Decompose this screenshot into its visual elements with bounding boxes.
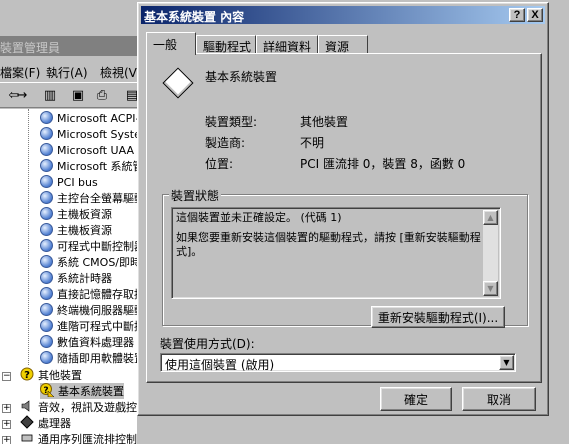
manufacturer-value: 不明 bbox=[300, 136, 325, 150]
device-type-label: 裝置類型: bbox=[205, 115, 258, 129]
device-usage-value: 使用這個裝置 (啟用) bbox=[165, 358, 275, 372]
device-icon bbox=[40, 239, 53, 252]
status-line-1: 這個裝置並未正確設定。 (代碼 1) bbox=[176, 211, 342, 224]
location-value: PCI 匯流排 0，裝置 8，函數 0 bbox=[300, 157, 466, 171]
tree-item-basic-system-device[interactable]: ? 基本系統裝置 bbox=[40, 383, 124, 399]
dialog-title: 基本系統裝置 內容 bbox=[144, 10, 245, 24]
menu-file[interactable]: 檔案(F) bbox=[0, 64, 40, 81]
status-line-2: 如果您要重新安裝這個裝置的驅動程式，請按 [重新安裝驅動程式]。 bbox=[176, 231, 481, 258]
tree-item[interactable]: 系統計時器 bbox=[40, 271, 112, 287]
device-icon bbox=[40, 127, 53, 140]
device-manager-title: 裝置管理員 bbox=[0, 36, 160, 56]
collapse-icon[interactable]: − bbox=[2, 372, 11, 381]
tree-item[interactable]: 主機板資源 bbox=[40, 207, 112, 223]
device-icon bbox=[40, 351, 53, 364]
close-button[interactable]: X bbox=[527, 8, 543, 22]
tree-item-other-devices[interactable]: ? 其他裝置 bbox=[20, 367, 82, 383]
location-label: 位置: bbox=[205, 157, 234, 171]
tree-item[interactable]: 主控台全螢幕驅動程式 bbox=[40, 191, 137, 207]
unknown-device-icon: ? bbox=[20, 367, 34, 381]
properties-icon[interactable]: ▣ bbox=[68, 87, 88, 105]
scroll-down-icon[interactable]: ▼ bbox=[483, 281, 498, 296]
device-icon bbox=[40, 111, 53, 124]
expand-icon[interactable]: + bbox=[2, 404, 11, 413]
tree-item[interactable]: PCI bus bbox=[40, 175, 98, 191]
device-type-value: 其他裝置 bbox=[300, 115, 349, 129]
device-status-group: 裝置狀態 這個裝置並未正確設定。 (代碼 1) 如果您要重新安裝這個裝置的驅動程… bbox=[162, 187, 528, 328]
status-scrollbar[interactable]: ▲ ▼ bbox=[483, 210, 498, 296]
device-icon bbox=[40, 271, 53, 284]
tab-general[interactable]: 一般 bbox=[146, 32, 196, 55]
help-button[interactable]: ? bbox=[509, 8, 525, 22]
menu-bar: 檔案(F) 執行(A) 檢視(V) bbox=[0, 60, 160, 80]
device-manager-title-text: 裝置管理員 bbox=[0, 41, 61, 55]
chevron-down-icon[interactable]: ▼ bbox=[499, 355, 514, 370]
device-tree: Microsoft ACPI-Compliant System Microsof… bbox=[0, 109, 137, 444]
tree-item[interactable]: 終端機伺服器驅動程式 bbox=[40, 303, 137, 319]
tab-resources[interactable]: 資源 bbox=[318, 35, 368, 54]
device-icon bbox=[40, 319, 53, 332]
speaker-icon bbox=[20, 399, 34, 413]
warning-device-icon: ? bbox=[40, 383, 55, 398]
menu-action[interactable]: 執行(A) bbox=[46, 64, 88, 81]
tree-item[interactable]: 隨插即用軟體裝置列舉程式 bbox=[40, 351, 137, 367]
properties-dialog: 基本系統裝置 內容 ? X 一般 驅動程式 詳細資料 資源 基本系統裝置 裝置類… bbox=[137, 2, 549, 416]
device-status-textbox[interactable]: 這個裝置並未正確設定。 (代碼 1) 如果您要重新安裝這個裝置的驅動程式，請按 … bbox=[171, 207, 501, 299]
device-name: 基本系統裝置 bbox=[205, 70, 278, 84]
device-icon bbox=[40, 287, 53, 300]
device-icon bbox=[40, 175, 53, 188]
reinstall-driver-button[interactable]: 重新安裝驅動程式(I)... bbox=[371, 306, 505, 328]
general-tab-panel: 基本系統裝置 裝置類型: 其他裝置 製造商: 不明 位置: PCI 匯流排 0，… bbox=[146, 53, 542, 383]
tree-item[interactable]: Microsoft System Management BIOS Driver bbox=[40, 127, 137, 143]
device-icon bbox=[40, 159, 53, 172]
scroll-up-icon[interactable]: ▲ bbox=[483, 210, 498, 225]
processor-icon bbox=[20, 415, 34, 429]
dialog-titlebar[interactable]: 基本系統裝置 內容 ? X bbox=[141, 6, 545, 24]
print-icon[interactable]: ⎙ bbox=[92, 87, 112, 105]
ok-button[interactable]: 確定 bbox=[380, 387, 452, 411]
device-usage-select[interactable]: 使用這個裝置 (啟用) ▼ bbox=[160, 353, 516, 372]
device-status-legend: 裝置狀態 bbox=[169, 187, 222, 204]
forward-arrow-icon[interactable]: → bbox=[12, 87, 32, 105]
tab-strip: 一般 驅動程式 詳細資料 資源 bbox=[146, 32, 536, 55]
tree-item[interactable]: Microsoft 系統管理 BIOS 驅動程式 bbox=[40, 159, 137, 175]
device-icon bbox=[40, 255, 53, 268]
tab-details[interactable]: 詳細資料 bbox=[256, 35, 318, 54]
device-icon bbox=[40, 303, 53, 316]
device-icon bbox=[40, 207, 53, 220]
device-icon bbox=[40, 143, 53, 156]
usb-icon bbox=[20, 431, 34, 444]
expand-icon[interactable]: + bbox=[2, 420, 11, 429]
tree-item[interactable]: 進階可程式中斷控制器 bbox=[40, 319, 137, 335]
svg-text:?: ? bbox=[24, 370, 30, 381]
cancel-button[interactable]: 取消 bbox=[462, 387, 536, 411]
tree-item-processor[interactable]: 處理器 bbox=[20, 415, 71, 431]
device-usage-label: 裝置使用方式(D): bbox=[160, 337, 255, 351]
device-status-text: 這個裝置並未正確設定。 (代碼 1) 如果您要重新安裝這個裝置的驅動程式，請按 … bbox=[176, 211, 488, 265]
device-icon bbox=[40, 335, 53, 348]
tree-item[interactable]: 數值資料處理器 bbox=[40, 335, 134, 351]
expand-icon[interactable]: + bbox=[2, 436, 11, 444]
tree-item-usb[interactable]: 通用序列匯流排控制器 bbox=[20, 431, 137, 444]
tree-item[interactable]: 主機板資源 bbox=[40, 223, 112, 239]
tree-item[interactable]: 直接記憶體存取控制器 bbox=[40, 287, 137, 303]
device-icon bbox=[40, 223, 53, 236]
show-hide-tree-icon[interactable]: ▥ bbox=[40, 87, 60, 105]
tree-item-audio[interactable]: 音效，視訊及遊戲控制器 bbox=[20, 399, 137, 415]
device-diamond-icon bbox=[162, 67, 194, 99]
tree-item[interactable]: Microsoft ACPI-Compliant System bbox=[40, 111, 137, 127]
toolbar: ⇦ → ▥ ▣ ⎙ ▤ bbox=[0, 82, 150, 108]
tree-item[interactable]: Microsoft UAA Bus Driver for High Defini… bbox=[40, 143, 137, 159]
device-icon bbox=[40, 191, 53, 204]
tree-item[interactable]: 可程式中斷控制器 bbox=[40, 239, 137, 255]
tree-item[interactable]: 系統 CMOS/即時時鐘 bbox=[40, 255, 137, 271]
menu-view[interactable]: 檢視(V) bbox=[100, 64, 142, 81]
tab-driver[interactable]: 驅動程式 bbox=[196, 35, 256, 54]
manufacturer-label: 製造商: bbox=[205, 136, 246, 150]
